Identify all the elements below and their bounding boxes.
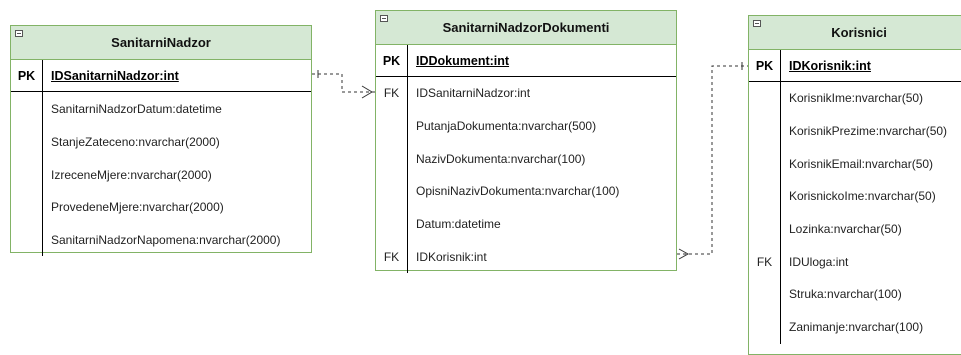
attribute-row[interactable]: ProvedeneMjere:nvarchar(2000) <box>11 191 311 224</box>
attribute-row[interactable]: FK IDKorisnik:int <box>376 240 676 273</box>
fk-label: FK <box>383 249 400 264</box>
key-label <box>376 208 407 241</box>
attribute-row[interactable]: Datum:datetime <box>376 208 676 241</box>
key-label <box>11 158 42 191</box>
attribute-row[interactable]: Zanimanje:nvarchar(100) <box>749 311 961 344</box>
entity-title: SanitarniNadzorDokumenti <box>442 20 610 35</box>
attribute-field: ProvedeneMjere:nvarchar(2000) <box>51 200 224 215</box>
attribute-row[interactable]: SanitarniNadzorDatum:datetime <box>11 93 311 126</box>
attribute-row[interactable]: StanjeZateceno:nvarchar(2000) <box>11 126 311 159</box>
collapse-icon[interactable] <box>753 20 761 27</box>
collapse-icon[interactable] <box>380 15 388 22</box>
key-label <box>749 213 780 246</box>
pk-label: PK <box>11 60 43 91</box>
attribute-row[interactable]: FK IDSanitarniNadzor:int <box>376 77 676 110</box>
attribute-row[interactable]: Struka:nvarchar(100) <box>749 278 961 311</box>
pk-field: IDSanitarniNadzor:int <box>51 68 179 83</box>
attribute-field: IDSanitarniNadzor:int <box>416 86 531 101</box>
entity-title: Korisnici <box>831 25 887 40</box>
attribute-field: StanjeZateceno:nvarchar(2000) <box>51 135 220 150</box>
attribute-row[interactable]: KorisnickoIme:nvarchar(50) <box>749 180 961 213</box>
entity-header[interactable]: Korisnici <box>749 16 961 50</box>
entity-sanitarni-nadzor-dokumenti[interactable]: SanitarniNadzorDokumenti PK IDDokument:i… <box>375 10 677 274</box>
entity-header[interactable]: SanitarniNadzor <box>11 26 311 60</box>
relationship-sanitarni-nadzor-dokumenti[interactable] <box>312 70 375 99</box>
key-label <box>749 180 780 213</box>
attribute-row[interactable]: PutanjaDokumenta:nvarchar(500) <box>376 110 676 143</box>
attribute-list: SanitarniNadzorDatum:datetime StanjeZate… <box>11 92 311 257</box>
attribute-row[interactable]: NazivDokumenta:nvarchar(100) <box>376 142 676 175</box>
pk-field: IDKorisnik:int <box>789 58 871 73</box>
attribute-row[interactable]: OpisniNazivDokumenta:nvarchar(100) <box>376 175 676 208</box>
attribute-field: IDUloga:int <box>789 254 849 269</box>
fk-label: FK <box>756 254 773 269</box>
entity-sanitarni-nadzor[interactable]: SanitarniNadzor PK IDSanitarniNadzor:int… <box>10 25 312 257</box>
attribute-list: FK IDSanitarniNadzor:int PutanjaDokument… <box>376 77 676 274</box>
attribute-field: IzreceneMjere:nvarchar(2000) <box>51 167 212 182</box>
attribute-row[interactable]: KorisnikEmail:nvarchar(50) <box>749 147 961 180</box>
attribute-field: KorisnikEmail:nvarchar(50) <box>789 156 934 171</box>
attribute-field: Struka:nvarchar(100) <box>789 287 902 302</box>
key-label <box>749 82 780 115</box>
primary-key-row[interactable]: PK IDKorisnik:int <box>749 50 961 82</box>
attribute-list: KorisnikIme:nvarchar(50) KorisnikPrezime… <box>749 82 961 344</box>
primary-key-row[interactable]: PK IDSanitarniNadzor:int <box>11 60 311 92</box>
attribute-field: SanitarniNadzorNapomena:nvarchar(2000) <box>51 233 281 248</box>
key-label <box>11 93 42 126</box>
key-label <box>749 278 780 311</box>
attribute-field: SanitarniNadzorDatum:datetime <box>51 102 222 117</box>
key-label <box>749 311 780 344</box>
attribute-field: KorisnikIme:nvarchar(50) <box>789 91 924 106</box>
entity-title: SanitarniNadzor <box>111 35 211 50</box>
pk-field: IDDokument:int <box>416 53 510 68</box>
key-label <box>11 191 42 224</box>
key-label <box>749 115 780 148</box>
fk-label: FK <box>383 86 400 101</box>
relationship-dokumenti-korisnici[interactable] <box>677 62 748 260</box>
entity-korisnici[interactable]: Korisnici PK IDKorisnik:int KorisnikIme:… <box>748 15 961 355</box>
key-label <box>11 224 42 257</box>
attribute-row[interactable]: IzreceneMjere:nvarchar(2000) <box>11 158 311 191</box>
attribute-row[interactable]: SanitarniNadzorNapomena:nvarchar(2000) <box>11 224 311 257</box>
attribute-field: Zanimanje:nvarchar(100) <box>789 320 924 335</box>
attribute-field: NazivDokumenta:nvarchar(100) <box>416 151 586 166</box>
attribute-field: KorisnickoIme:nvarchar(50) <box>789 189 936 204</box>
key-label <box>749 147 780 180</box>
attribute-row[interactable]: Lozinka:nvarchar(50) <box>749 213 961 246</box>
key-label <box>376 110 407 143</box>
key-label <box>376 142 407 175</box>
primary-key-row[interactable]: PK IDDokument:int <box>376 45 676 77</box>
attribute-row[interactable]: KorisnikPrezime:nvarchar(50) <box>749 115 961 148</box>
collapse-icon[interactable] <box>15 30 23 37</box>
key-label <box>376 175 407 208</box>
attribute-field: Datum:datetime <box>416 217 501 232</box>
pk-label: PK <box>749 50 781 81</box>
attribute-field: PutanjaDokumenta:nvarchar(500) <box>416 119 597 134</box>
key-label <box>11 126 42 159</box>
attribute-field: IDKorisnik:int <box>416 249 487 264</box>
entity-header[interactable]: SanitarniNadzorDokumenti <box>376 11 676 45</box>
attribute-field: OpisniNazivDokumenta:nvarchar(100) <box>416 184 620 199</box>
attribute-field: Lozinka:nvarchar(50) <box>789 222 902 237</box>
pk-label: PK <box>376 45 408 76</box>
attribute-field: KorisnikPrezime:nvarchar(50) <box>789 124 948 139</box>
attribute-row[interactable]: FK IDUloga:int <box>749 245 961 278</box>
attribute-row[interactable]: KorisnikIme:nvarchar(50) <box>749 82 961 115</box>
